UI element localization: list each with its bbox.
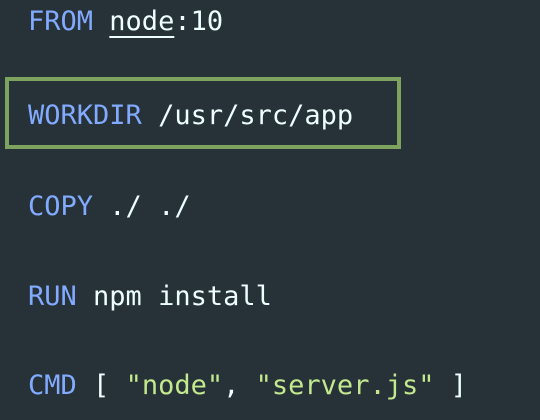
- base-image-name: node: [109, 6, 175, 37]
- workdir-path: /usr/src/app: [158, 100, 354, 131]
- dockerfile-line-cmd: CMD [ "node", "server.js" ]: [28, 364, 467, 408]
- keyword-from: FROM: [28, 6, 94, 37]
- image-tag-separator: :: [174, 6, 191, 37]
- keyword-workdir: WORKDIR: [28, 100, 142, 131]
- keyword-copy: COPY: [28, 191, 94, 222]
- code-editor: FROM node:10 WORKDIR /usr/src/app COPY .…: [0, 0, 540, 420]
- dockerfile-line-copy: COPY ./ ./: [28, 185, 191, 229]
- copy-source: ./: [109, 191, 142, 222]
- copy-destination: ./: [158, 191, 191, 222]
- cmd-arg-server: "server.js": [255, 370, 435, 401]
- dockerfile-line-run: RUN npm install: [28, 275, 272, 319]
- cmd-arg-node: "node": [125, 370, 224, 401]
- array-comma: ,: [223, 370, 240, 401]
- array-open-bracket: [: [93, 370, 110, 401]
- run-command: npm install: [93, 281, 272, 312]
- dockerfile-line-from: FROM node:10: [28, 0, 223, 44]
- array-close-bracket: ]: [450, 370, 467, 401]
- keyword-cmd: CMD: [28, 370, 77, 401]
- dockerfile-line-workdir: WORKDIR /usr/src/app: [28, 94, 353, 138]
- image-tag: 10: [190, 6, 224, 37]
- keyword-run: RUN: [28, 281, 77, 312]
